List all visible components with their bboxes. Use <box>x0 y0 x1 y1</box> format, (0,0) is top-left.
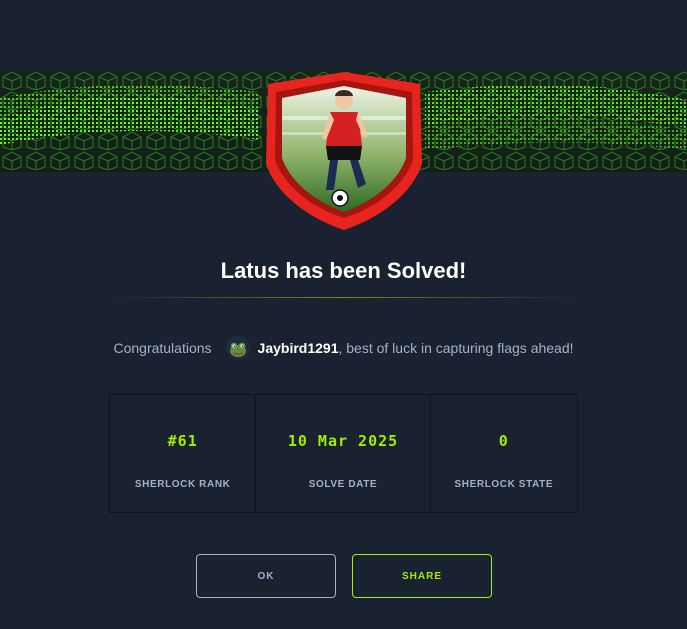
stat-sherlock-rank: #61 SHERLOCK RANK <box>110 395 257 512</box>
stat-value: 10 Mar 2025 <box>287 432 399 450</box>
stats-panel: #61 SHERLOCK RANK 10 Mar 2025 SOLVE DATE… <box>109 394 578 513</box>
football-player-shield-badge-icon <box>266 72 422 230</box>
stat-sherlock-state: 0 SHERLOCK STATE <box>431 395 577 512</box>
avatar <box>225 336 250 360</box>
modal-title: Latus has been Solved! <box>220 258 467 283</box>
title-divider <box>113 297 574 298</box>
frog-avatar-icon <box>225 336 250 360</box>
stat-value: #61 <box>167 432 198 450</box>
username: Jaybird1291 <box>257 340 339 356</box>
congratulations-message: Congratulations Jaybird1291 , best of lu… <box>0 336 687 360</box>
ok-button[interactable]: OK <box>196 554 336 598</box>
stat-label: SOLVE DATE <box>308 479 378 490</box>
congrats-prefix: Congratulations <box>113 340 212 356</box>
congrats-suffix: , best of luck in capturing flags ahead! <box>338 340 574 356</box>
share-button[interactable]: SHARE <box>352 554 492 598</box>
stat-value: 0 <box>498 432 509 450</box>
stat-label: SHERLOCK STATE <box>454 479 554 490</box>
stat-solve-date: 10 Mar 2025 SOLVE DATE <box>256 395 431 512</box>
stat-label: SHERLOCK RANK <box>134 479 231 490</box>
